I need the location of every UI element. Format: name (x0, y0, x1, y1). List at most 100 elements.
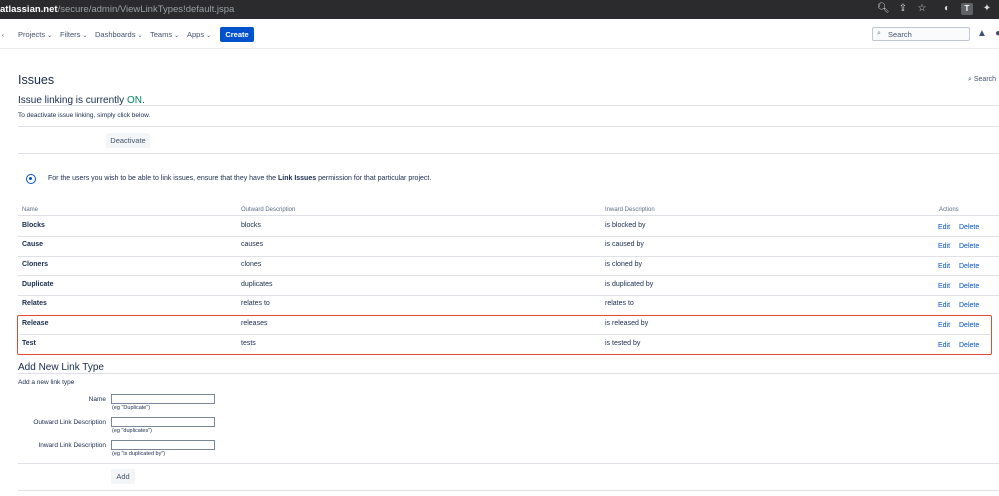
highlight-annotation (17, 315, 992, 355)
table-row-inward: is tested by (605, 340, 641, 347)
extension-icon[interactable]: ◐ (941, 3, 953, 15)
add-link-type-subtitle: Add a new link type (18, 379, 75, 386)
delete-link[interactable]: Delete (959, 302, 979, 309)
puzzle-icon[interactable]: ✦ (981, 3, 993, 15)
info-bold: Link Issues (277, 175, 317, 182)
chevron-down-icon: ⌄ (137, 33, 143, 39)
edit-link[interactable]: Edit (938, 283, 950, 290)
nav-apps[interactable]: Apps ⌄ (187, 30, 211, 39)
table-row-outward: blocks (241, 222, 261, 229)
header-actions: Actions (939, 207, 959, 213)
profile-icon[interactable]: T (961, 3, 973, 15)
top-navigation: ‹ Projects ⌄ Filters ⌄ Dashboards ⌄ Teams ⌄ … (0, 19, 999, 49)
table-row-outward: duplicates (241, 281, 273, 288)
table-row-inward: is caused by (605, 241, 644, 248)
name-hint: (eg "Duplicate") (112, 405, 151, 411)
nav-overflow-chevron-icon[interactable]: ‹ (0, 30, 4, 39)
header-name: Name (22, 207, 39, 213)
share-icon[interactable]: ⇪ (897, 3, 909, 15)
nav-filters[interactable]: Filters ⌄ (60, 30, 87, 39)
nav-dashboards-label: Dashboards (95, 30, 136, 39)
table-row-name: Release (22, 320, 49, 327)
search-placeholder: Search (888, 30, 912, 39)
outward-description-field[interactable] (111, 417, 215, 427)
page-title: Issues (18, 73, 55, 87)
admin-search-link[interactable]: ⌕ Search (968, 76, 996, 84)
table-row-inward: is cloned by (605, 261, 642, 268)
divider (18, 256, 999, 257)
divider (19, 334, 990, 335)
table-row-outward: clones (241, 261, 262, 268)
inward-hint: (eg "is duplicated by") (112, 451, 166, 457)
search-input[interactable]: ⌕ Search (872, 27, 970, 41)
table-row-name: Blocks (22, 222, 45, 229)
create-button[interactable]: Create (220, 27, 254, 42)
chevron-down-icon: ⌄ (174, 33, 180, 39)
delete-link[interactable]: Delete (959, 263, 979, 270)
nav-projects-label: Projects (18, 30, 46, 39)
delete-link[interactable]: Delete (959, 342, 979, 349)
outward-label: Outward Link Description (33, 419, 106, 426)
info-message: For the users you wish to be able to lin… (48, 175, 431, 182)
divider (18, 463, 999, 464)
admin-search-label: Search (973, 76, 997, 83)
edit-link[interactable]: Edit (938, 243, 950, 250)
info-suffix: permission for that particular project. (318, 175, 432, 182)
search-icon: ⌕ (877, 30, 881, 37)
divider (18, 275, 999, 276)
table-row-name: Test (22, 340, 36, 347)
table-row-inward: relates to (605, 300, 634, 307)
nav-teams-label: Teams (150, 30, 173, 39)
help-icon[interactable]: ● (992, 28, 999, 40)
delete-link[interactable]: Delete (959, 224, 979, 231)
divider (18, 295, 999, 296)
table-row-name: Cloners (22, 261, 49, 268)
nav-apps-label: Apps (187, 30, 205, 39)
edit-link[interactable]: Edit (938, 322, 950, 329)
star-icon[interactable]: ☆ (916, 3, 928, 15)
divider (18, 215, 999, 216)
nav-dashboards[interactable]: Dashboards ⌄ (95, 30, 142, 39)
edit-link[interactable]: Edit (938, 302, 950, 309)
nav-projects[interactable]: Projects ⌄ (18, 30, 52, 39)
header-inward: Inward Description (605, 207, 655, 213)
notifications-icon[interactable]: ▲ (976, 28, 988, 40)
table-row-outward: causes (241, 241, 264, 248)
name-field[interactable] (111, 394, 215, 404)
edit-link[interactable]: Edit (938, 263, 950, 270)
table-row-inward: is duplicated by (605, 281, 654, 288)
divider (18, 153, 999, 154)
header-outward: Outward Description (241, 207, 296, 213)
info-icon (26, 174, 36, 184)
table-row-name: Duplicate (22, 281, 54, 288)
outward-hint: (eg "duplicates") (112, 428, 152, 434)
delete-link[interactable]: Delete (959, 243, 979, 250)
add-button[interactable]: Add (111, 469, 135, 484)
deactivate-instructions: To deactivate issue linking, simply clic… (18, 112, 151, 119)
chevron-down-icon: ⌄ (206, 33, 212, 39)
inward-label: Inward Link Description (38, 442, 106, 449)
nav-filters-label: Filters (60, 30, 81, 39)
table-row-inward: is released by (605, 320, 649, 327)
url-path: /secure/admin/ViewLinkTypes!default.jspa (57, 4, 235, 15)
name-label: Name (88, 396, 106, 403)
divider (18, 373, 999, 374)
divider (18, 105, 999, 106)
chevron-down-icon: ⌄ (82, 33, 88, 39)
edit-link[interactable]: Edit (938, 224, 950, 231)
table-row-outward: tests (241, 340, 256, 347)
delete-link[interactable]: Delete (959, 283, 979, 290)
address-bar[interactable]: atlassian.net/secure/admin/ViewLinkTypes… (0, 4, 234, 15)
browser-toolbar: atlassian.net/secure/admin/ViewLinkTypes… (0, 0, 999, 19)
inward-description-field[interactable] (111, 440, 215, 450)
zoom-icon[interactable]: 🔍︎ (877, 3, 890, 15)
divider (18, 126, 999, 127)
nav-teams[interactable]: Teams ⌄ (150, 30, 179, 39)
delete-link[interactable]: Delete (959, 322, 979, 329)
table-row-inward: is blocked by (605, 222, 646, 229)
table-row-outward: relates to (241, 300, 270, 307)
divider (18, 236, 999, 237)
add-link-type-title: Add New Link Type (18, 362, 104, 373)
edit-link[interactable]: Edit (938, 342, 950, 349)
deactivate-button[interactable]: Deactivate (106, 133, 150, 148)
